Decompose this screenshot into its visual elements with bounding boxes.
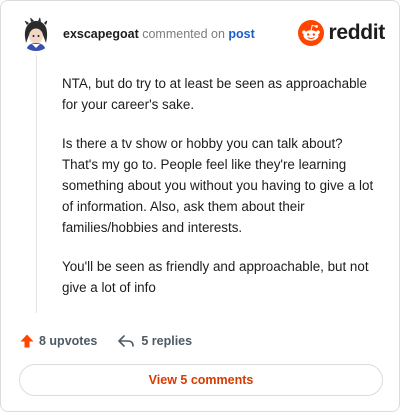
reddit-snoo-icon xyxy=(298,20,325,46)
reddit-brand[interactable]: reddit xyxy=(298,18,385,48)
embedded-comment-card: exscapegoat commented on post reddit NTA… xyxy=(0,0,400,412)
reply-arrow-icon xyxy=(118,335,135,347)
comment-meta: exscapegoat commented on post xyxy=(63,27,255,41)
user-avatar[interactable] xyxy=(19,17,53,51)
comment-footer: 8 upvotes 5 replies xyxy=(19,331,192,351)
action-text: commented on xyxy=(142,27,225,41)
reddit-wordmark: reddit xyxy=(328,21,385,44)
comment-header: exscapegoat commented on post reddit xyxy=(19,17,385,51)
comment-paragraph: You'll be seen as friendly and approacha… xyxy=(62,259,369,295)
upvote-count: 8 upvotes xyxy=(39,334,98,348)
replies-button[interactable]: 5 replies xyxy=(117,333,192,349)
username-link[interactable]: exscapegoat xyxy=(63,27,139,41)
upvote-button[interactable]: 8 upvotes xyxy=(19,333,97,349)
view-comments-button[interactable]: View 5 comments xyxy=(19,364,383,396)
comment-paragraph: NTA, but do try to at least be seen as a… xyxy=(62,76,367,112)
post-link[interactable]: post xyxy=(228,27,254,41)
thread-line xyxy=(36,55,37,313)
upvote-arrow-icon xyxy=(20,334,34,348)
comment-body: NTA, but do try to at least be seen as a… xyxy=(62,73,378,316)
reply-count: 5 replies xyxy=(141,334,193,348)
comment-paragraph: Is there a tv show or hobby you can talk… xyxy=(62,136,374,235)
avatar-illustration xyxy=(19,17,53,51)
